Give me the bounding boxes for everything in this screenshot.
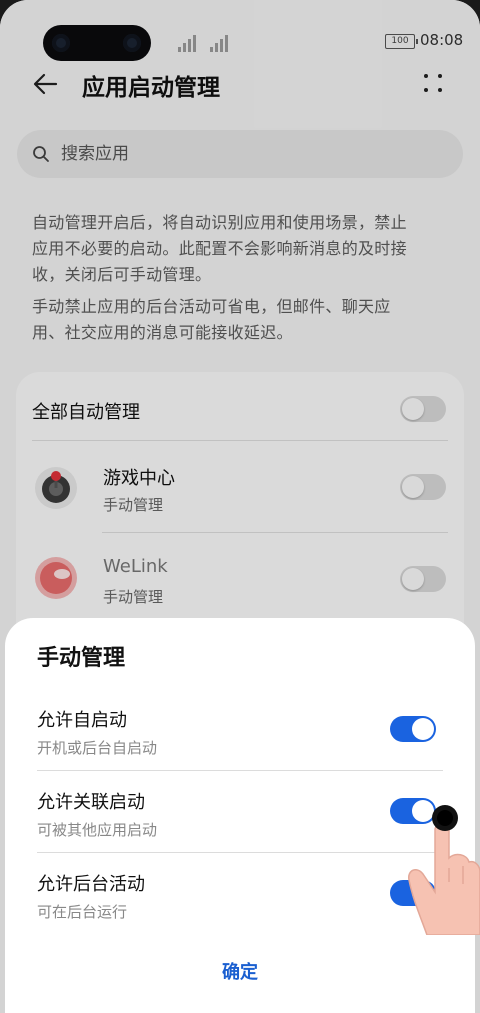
option-title: 允许关联启动 — [37, 792, 145, 813]
option-title: 允许后台活动 — [37, 874, 145, 895]
phone-screen: 100 08:08 应用启动管理 搜索应用 自动管理开启后，将自动识别应用和使用… — [0, 0, 480, 1013]
sheet-title: 手动管理 — [37, 646, 126, 671]
auto-start-toggle[interactable] — [390, 716, 436, 742]
option-title: 允许自启动 — [37, 710, 127, 731]
confirm-button[interactable]: 确定 — [190, 958, 290, 984]
option-subtitle: 可被其他应用启动 — [37, 821, 158, 839]
option-subtitle: 开机或后台自启动 — [37, 739, 158, 757]
option-subtitle: 可在后台运行 — [37, 903, 128, 921]
divider — [37, 852, 443, 853]
pointing-hand-icon — [408, 805, 480, 935]
divider — [37, 770, 443, 771]
